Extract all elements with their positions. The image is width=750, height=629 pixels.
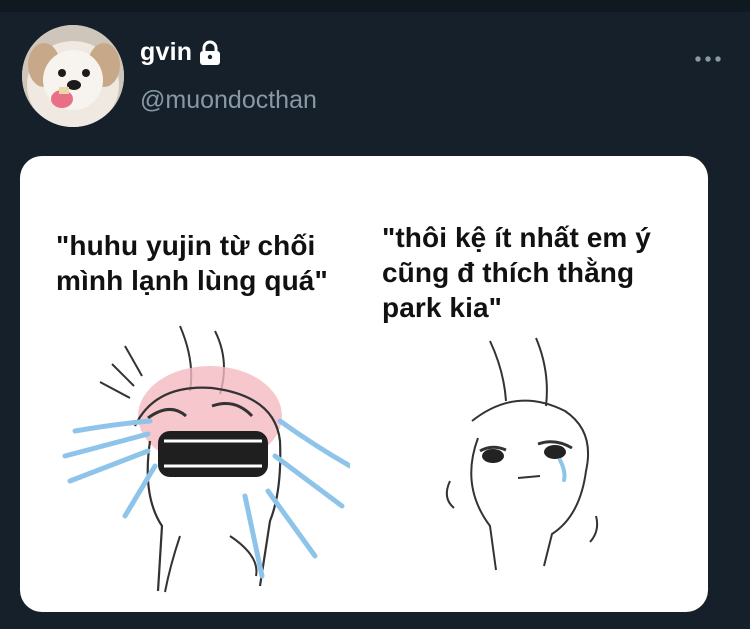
crying-bunny-drawing [62,325,350,593]
author-avatar[interactable] [22,25,124,127]
author-name-row: gvin [140,38,222,67]
top-divider [0,0,750,12]
more-horizontal-icon[interactable] [693,54,723,64]
lock-icon [200,40,221,65]
tweet-media-image[interactable]: "huhu yujin từ chối mình lạnh lùng quá" … [20,156,708,612]
author-display-name[interactable]: gvin [140,38,192,67]
left-caption: "huhu yujin từ chối mình lạnh lùng quá" [56,230,328,296]
calm-bunny-drawing [445,337,599,571]
right-caption: "thôi kệ ít nhất em ý cũng đ thích thằng… [382,222,651,323]
dog-avatar-icon [22,25,124,127]
author-handle[interactable]: @muondocthan [140,86,317,115]
